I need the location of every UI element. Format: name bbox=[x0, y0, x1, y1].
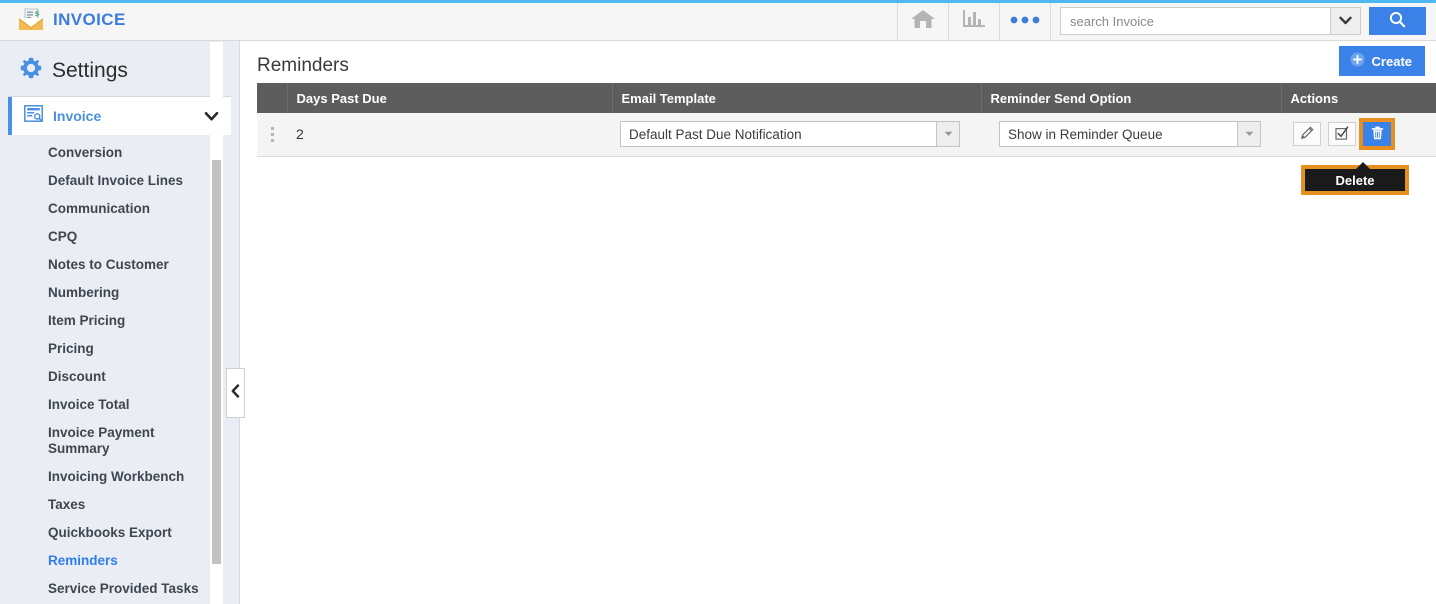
row-action-buttons bbox=[1293, 118, 1436, 151]
row-drag-cell[interactable] bbox=[257, 113, 287, 157]
invoice-envelope-icon: $ bbox=[18, 8, 44, 32]
sidebar-item-cpq[interactable]: CPQ bbox=[0, 223, 239, 251]
chevron-left-icon bbox=[231, 383, 240, 403]
home-icon bbox=[910, 8, 936, 35]
page-title: Reminders bbox=[257, 55, 349, 76]
chevron-down-icon[interactable] bbox=[204, 109, 219, 127]
column-header-actions: Actions bbox=[1281, 83, 1436, 113]
drag-handle-icon[interactable] bbox=[266, 126, 278, 142]
app-root: $ INVOICE search Invoice Settings Invoic… bbox=[0, 0, 1436, 604]
create-button-label: Create bbox=[1371, 53, 1412, 69]
chevron-down-icon[interactable] bbox=[936, 121, 960, 148]
table-row: 2 Default Past Due Notification Show in … bbox=[257, 113, 1436, 157]
delete-button[interactable] bbox=[1359, 118, 1395, 151]
magnifier-icon bbox=[1389, 11, 1406, 31]
pencil-icon bbox=[1300, 126, 1314, 143]
sidebar-item-reminders[interactable]: Reminders bbox=[0, 547, 239, 575]
sidebar-item-invoice-total[interactable]: Invoice Total bbox=[0, 391, 239, 419]
sidebar-item-communication[interactable]: Communication bbox=[0, 195, 239, 223]
trash-icon bbox=[1371, 126, 1384, 143]
delete-tooltip-label: Delete bbox=[1335, 172, 1375, 188]
svg-text:$: $ bbox=[35, 10, 40, 18]
sidebar: Settings Invoice Conversion Default Invo… bbox=[0, 41, 240, 604]
tooltip-arrow bbox=[1355, 162, 1371, 170]
sidebar-collapse-button[interactable] bbox=[226, 368, 245, 418]
divider bbox=[897, 2, 898, 40]
sidebar-group-invoice-label: Invoice bbox=[53, 108, 102, 124]
sidebar-item-item-pricing[interactable]: Item Pricing bbox=[0, 307, 239, 335]
cell-email-template: Default Past Due Notification bbox=[612, 113, 981, 157]
top-bar: $ INVOICE bbox=[0, 0, 1436, 41]
main-content: Reminders Create Days Past Due Email Tem… bbox=[241, 41, 1436, 604]
sidebar-item-discount[interactable]: Discount bbox=[0, 363, 239, 391]
cell-reminder-send-option: Show in Reminder Queue bbox=[981, 113, 1281, 157]
search-submit-button[interactable] bbox=[1369, 7, 1426, 35]
gear-icon bbox=[20, 57, 42, 84]
search-scope-dropdown[interactable] bbox=[1330, 7, 1361, 35]
top-accent-stripe bbox=[0, 0, 1436, 3]
reports-button[interactable] bbox=[950, 3, 998, 39]
sidebar-item-numbering[interactable]: Numbering bbox=[0, 279, 239, 307]
plus-circle-icon bbox=[1350, 52, 1365, 70]
sidebar-item-invoicing-workbench[interactable]: Invoicing Workbench bbox=[0, 463, 239, 491]
divider bbox=[999, 2, 1000, 40]
sidebar-item-invoice-payment-summary[interactable]: Invoice Payment Summary bbox=[0, 419, 192, 463]
sidebar-nav-list: Conversion Default Invoice Lines Communi… bbox=[0, 139, 239, 603]
global-search bbox=[1060, 7, 1426, 35]
cell-days-past-due[interactable]: 2 bbox=[287, 113, 612, 157]
brand[interactable]: $ INVOICE bbox=[18, 7, 126, 33]
sidebar-item-notes-to-customer[interactable]: Notes to Customer bbox=[0, 251, 239, 279]
table-body: 2 Default Past Due Notification Show in … bbox=[257, 113, 1436, 157]
checkbox-icon bbox=[1335, 126, 1349, 143]
create-button[interactable]: Create bbox=[1338, 46, 1425, 76]
bar-chart-icon bbox=[962, 8, 986, 35]
more-menu-button[interactable] bbox=[1001, 3, 1049, 39]
sidebar-item-pricing[interactable]: Pricing bbox=[0, 335, 239, 363]
table-header-row: Days Past Due Email Template Reminder Se… bbox=[257, 83, 1436, 113]
reminders-table: Days Past Due Email Template Reminder Se… bbox=[257, 83, 1436, 157]
delete-tooltip: Delete bbox=[1301, 162, 1409, 195]
reminder-send-option-value[interactable]: Show in Reminder Queue bbox=[999, 121, 1237, 148]
sidebar-item-taxes[interactable]: Taxes bbox=[0, 491, 239, 519]
sidebar-item-default-invoice-lines[interactable]: Default Invoice Lines bbox=[0, 167, 239, 195]
chevron-down-icon bbox=[1339, 12, 1352, 30]
table-header: Days Past Due Email Template Reminder Se… bbox=[257, 83, 1436, 113]
settings-title: Settings bbox=[52, 58, 128, 82]
main-header: Reminders Create bbox=[241, 41, 1436, 83]
column-header-reminder-send-option[interactable]: Reminder Send Option bbox=[981, 83, 1282, 113]
home-button[interactable] bbox=[899, 3, 947, 39]
sidebar-group-invoice[interactable]: Invoice bbox=[8, 97, 231, 135]
column-header-grip bbox=[257, 83, 288, 113]
sidebar-scrollbar-thumb[interactable] bbox=[212, 160, 221, 564]
cell-actions bbox=[1281, 113, 1436, 157]
settings-header: Settings bbox=[0, 41, 239, 96]
email-template-value[interactable]: Default Past Due Notification bbox=[620, 121, 936, 148]
brand-title: INVOICE bbox=[53, 10, 126, 29]
divider bbox=[1050, 2, 1051, 40]
sidebar-item-service-provided-tasks[interactable]: Service Provided Tasks bbox=[0, 575, 239, 603]
column-header-email-template[interactable]: Email Template bbox=[612, 83, 982, 113]
search-input[interactable] bbox=[1060, 7, 1330, 35]
edit-button[interactable] bbox=[1293, 122, 1321, 147]
chevron-down-icon[interactable] bbox=[1237, 121, 1261, 148]
divider bbox=[948, 2, 949, 40]
select-button[interactable] bbox=[1328, 122, 1356, 147]
ellipsis-icon bbox=[1008, 12, 1042, 30]
top-bar-tools bbox=[896, 2, 1426, 40]
email-template-select[interactable]: Default Past Due Notification bbox=[620, 121, 960, 148]
reminder-send-option-select[interactable]: Show in Reminder Queue bbox=[999, 121, 1261, 148]
invoice-doc-icon bbox=[24, 105, 43, 127]
column-header-days-past-due[interactable]: Days Past Due bbox=[287, 83, 613, 113]
sidebar-item-conversion[interactable]: Conversion bbox=[0, 139, 239, 167]
sidebar-item-quickbooks-export[interactable]: Quickbooks Export bbox=[0, 519, 239, 547]
